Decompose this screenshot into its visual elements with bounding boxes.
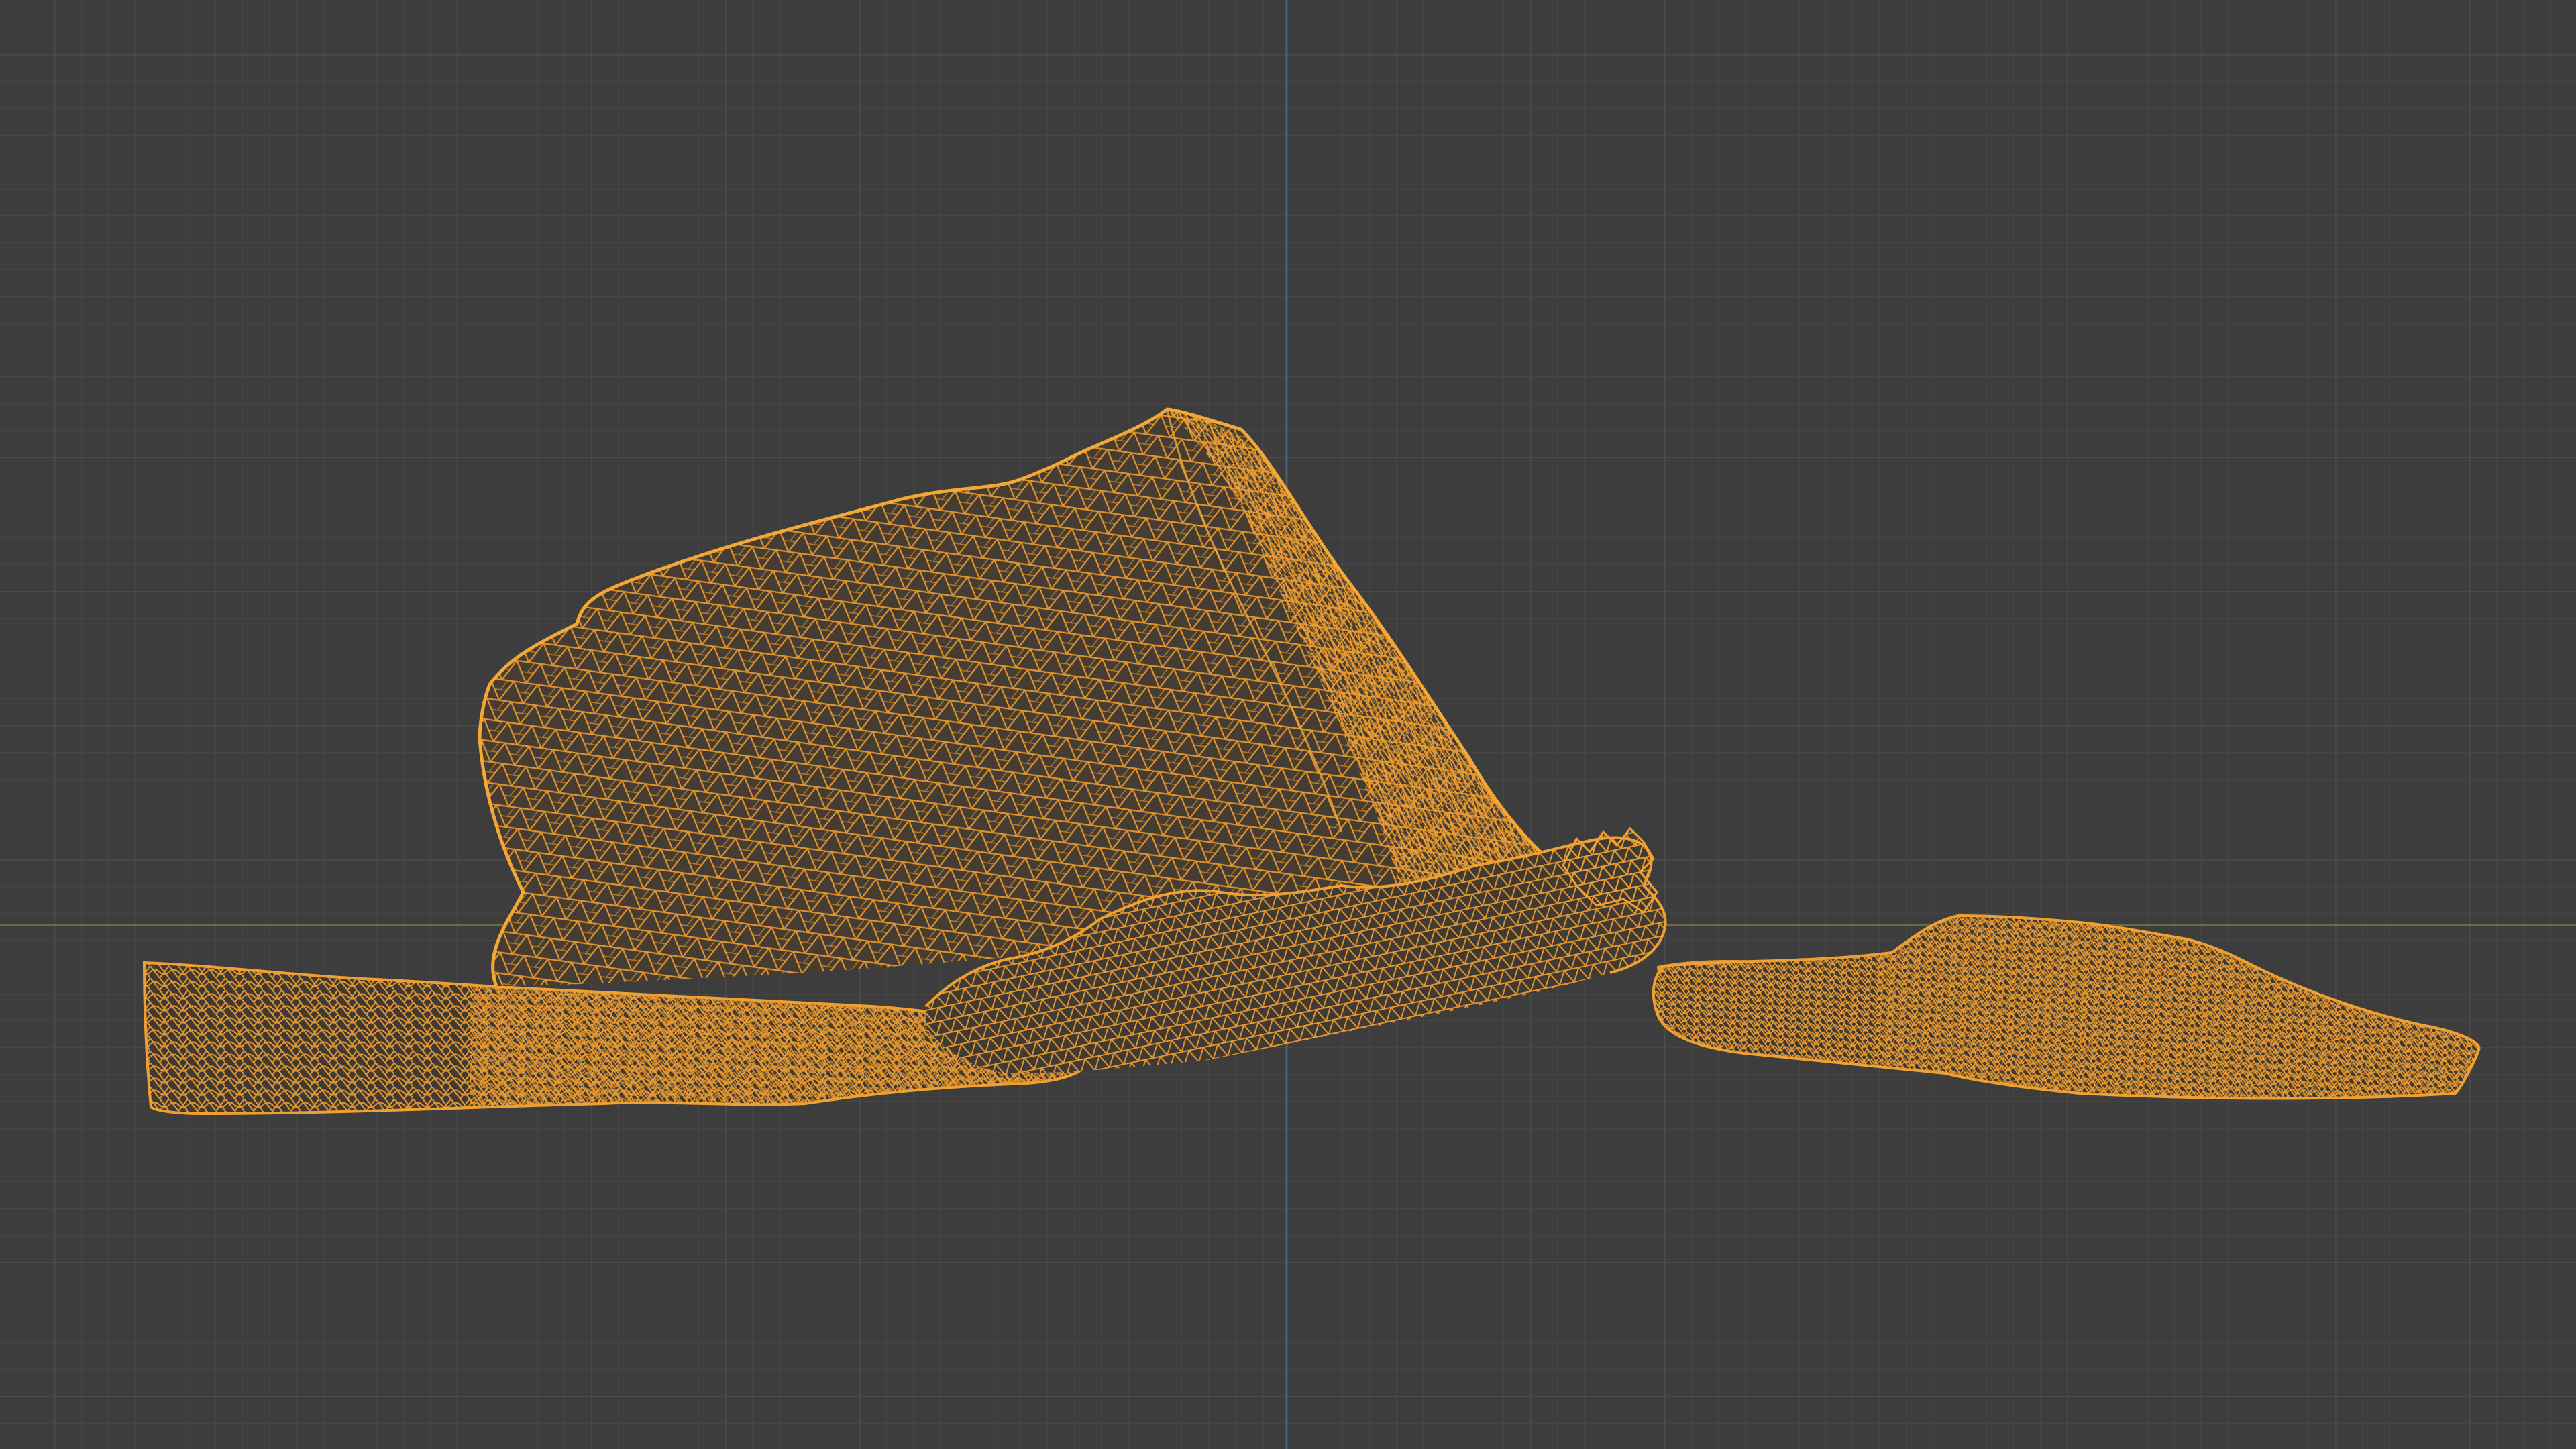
viewport-canvas[interactable] <box>0 0 2576 1449</box>
3d-viewport[interactable] <box>0 0 2576 1449</box>
